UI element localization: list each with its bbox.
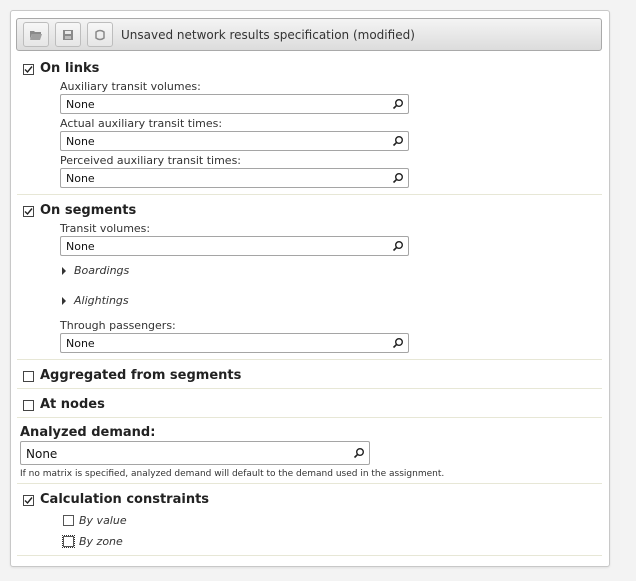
results-spec-panel: Unsaved network results specification (m… (10, 10, 610, 567)
aux-actual-times-label: Actual auxiliary transit times: (60, 117, 223, 130)
transit-volumes-combo[interactable]: None (60, 236, 409, 256)
by-value-label: By value (79, 514, 127, 527)
toolbar: Unsaved network results specification (m… (16, 18, 602, 51)
aggregated-checkbox[interactable] (23, 371, 34, 382)
calc-constraints-checkbox[interactable] (23, 495, 34, 506)
analyzed-demand-value: None (26, 447, 58, 461)
search-icon[interactable] (392, 240, 404, 252)
on-segments-checkbox[interactable] (23, 206, 34, 217)
on-links-checkbox[interactable] (23, 64, 34, 75)
separator (17, 194, 602, 195)
search-icon[interactable] (392, 337, 404, 349)
reset-icon (95, 29, 105, 40)
open-button[interactable] (23, 22, 49, 47)
boardings-label: Boardings (74, 264, 130, 277)
check-icon (24, 208, 33, 216)
by-zone-label: By zone (79, 535, 123, 548)
separator (17, 359, 602, 360)
search-icon[interactable] (392, 135, 404, 147)
aggregated-label: Aggregated from segments (40, 368, 242, 383)
alightings-label: Alightings (74, 294, 129, 307)
aux-volumes-label: Auxiliary transit volumes: (60, 80, 201, 93)
save-icon (63, 29, 73, 40)
expand-triangle-icon (62, 267, 66, 275)
transit-volumes-label: Transit volumes: (60, 222, 151, 235)
aux-actual-times-value: None (66, 135, 95, 148)
aux-volumes-combo[interactable]: None (60, 94, 409, 114)
toolbar-title: Unsaved network results specification (m… (121, 28, 415, 42)
at-nodes-label: At nodes (40, 397, 105, 412)
through-passengers-value: None (66, 337, 95, 350)
aux-perceived-times-label: Perceived auxiliary transit times: (60, 154, 242, 167)
search-icon[interactable] (353, 447, 365, 459)
folder-open-icon (30, 30, 42, 40)
aux-actual-times-combo[interactable]: None (60, 131, 409, 151)
analyzed-demand-label: Analyzed demand: (20, 425, 156, 440)
calc-constraints-label: Calculation constraints (40, 492, 210, 507)
expand-triangle-icon (62, 297, 66, 305)
by-zone-checkbox[interactable] (62, 535, 75, 548)
on-segments-label: On segments (40, 203, 137, 218)
search-icon[interactable] (392, 98, 404, 110)
analyzed-demand-note: If no matrix is specified, analyzed dema… (20, 469, 445, 479)
aux-perceived-times-combo[interactable]: None (60, 168, 409, 188)
aux-perceived-times-value: None (66, 172, 95, 185)
analyzed-demand-combo[interactable]: None (20, 441, 370, 465)
through-passengers-combo[interactable]: None (60, 333, 409, 353)
search-icon[interactable] (392, 172, 404, 184)
by-value-checkbox[interactable] (63, 515, 74, 526)
separator (17, 555, 602, 556)
check-icon (24, 497, 33, 505)
on-links-label: On links (40, 61, 100, 76)
separator (17, 388, 602, 389)
check-icon (24, 66, 33, 74)
reset-button[interactable] (87, 22, 113, 47)
separator (17, 483, 602, 484)
through-passengers-label: Through passengers: (60, 319, 176, 332)
separator (17, 417, 602, 418)
transit-volumes-value: None (66, 240, 95, 253)
at-nodes-checkbox[interactable] (23, 400, 34, 411)
save-button[interactable] (55, 22, 81, 47)
aux-volumes-value: None (66, 98, 95, 111)
